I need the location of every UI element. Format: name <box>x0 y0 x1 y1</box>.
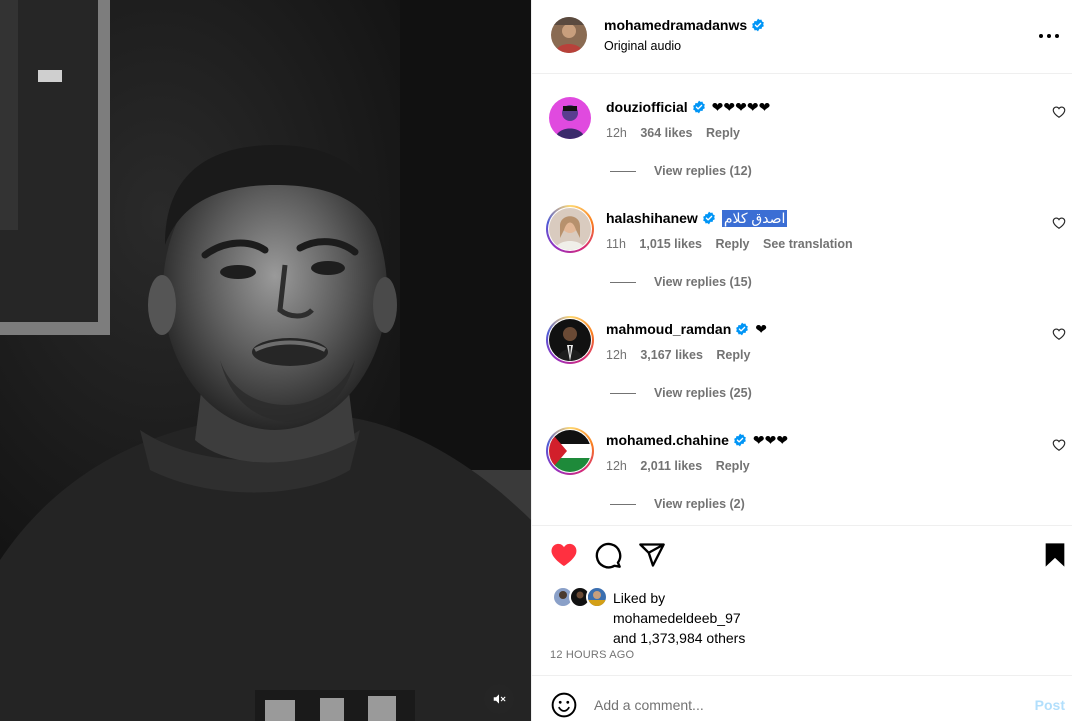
commenter-username[interactable]: mohamed.chahine <box>606 432 729 448</box>
commenter-avatar[interactable] <box>549 97 591 139</box>
comment-text: ❤❤❤❤❤ <box>711 98 771 115</box>
commenter-username[interactable]: mahmoud_ramdan <box>606 321 731 337</box>
comment-time[interactable]: 11h <box>606 237 626 251</box>
view-replies-button[interactable]: View replies (15) <box>610 275 752 289</box>
post-panel: mohamedramadanws Original audio douzioff… <box>531 0 1072 721</box>
commenter-avatar[interactable] <box>549 430 591 472</box>
like-comment-icon[interactable] <box>1052 105 1066 119</box>
verified-badge-icon <box>702 211 715 225</box>
comment-text: ❤ <box>755 320 767 337</box>
verified-badge-icon <box>736 322 749 336</box>
liked-by-avatars[interactable] <box>552 586 612 610</box>
heart-filled-icon[interactable] <box>550 541 578 569</box>
liker-avatar <box>586 586 608 608</box>
comment-item: mahmoud_ramdan ❤ 12h 3,167 likes Reply V… <box>532 316 1072 430</box>
reply-button[interactable]: Reply <box>716 459 750 473</box>
view-replies-button[interactable]: View replies (25) <box>610 386 752 400</box>
speaker-muted-icon <box>493 694 506 704</box>
view-replies-label: View replies (25) <box>654 386 752 400</box>
replies-divider <box>610 392 636 394</box>
replies-divider <box>610 281 636 283</box>
author-avatar[interactable] <box>551 17 587 53</box>
comment-item: douziofficial ❤❤❤❤❤ 12h 364 likes Reply … <box>532 97 1072 208</box>
post-timestamp[interactable]: 12 HOURS AGO <box>550 649 634 661</box>
reply-button[interactable]: Reply <box>715 237 749 251</box>
replies-divider <box>610 170 636 172</box>
video-frame <box>0 0 531 721</box>
comment-text: ❤❤❤ <box>752 431 789 448</box>
view-replies-button[interactable]: View replies (2) <box>610 497 745 511</box>
video-player[interactable] <box>0 0 531 721</box>
add-comment-bar: Post <box>532 675 1072 721</box>
share-icon[interactable] <box>638 541 666 569</box>
liked-by-prefix: Liked by <box>613 590 666 606</box>
comment-likes[interactable]: 3,167 likes <box>640 348 703 362</box>
comment-likes[interactable]: 1,015 likes <box>639 237 702 251</box>
reply-button[interactable]: Reply <box>716 348 750 362</box>
liked-by-others[interactable]: and 1,373,984 others <box>613 628 745 648</box>
commenter-avatar[interactable] <box>549 319 591 361</box>
comment-likes[interactable]: 2,011 likes <box>640 459 702 473</box>
comment-input[interactable] <box>594 692 1014 718</box>
author-username[interactable]: mohamedramadanws <box>604 17 747 33</box>
replies-divider <box>610 503 636 505</box>
comment-text: اصدق كلام <box>721 209 788 227</box>
verified-badge-icon <box>692 100 705 114</box>
liked-by-text: Liked by mohamedeldeeb_97 and 1,373,984 … <box>613 588 745 648</box>
more-horizontal-icon[interactable] <box>1037 26 1061 46</box>
like-comment-icon[interactable] <box>1052 438 1066 452</box>
see-translation-button[interactable]: See translation <box>763 237 853 251</box>
comment-time[interactable]: 12h <box>606 459 627 473</box>
bookmark-filled-icon[interactable] <box>1041 541 1069 569</box>
like-comment-icon[interactable] <box>1052 327 1066 341</box>
comment-likes[interactable]: 364 likes <box>640 126 692 140</box>
emoji-icon[interactable] <box>551 692 577 718</box>
post-button[interactable]: Post <box>1035 697 1065 713</box>
view-replies-label: View replies (15) <box>654 275 752 289</box>
author-username-row[interactable]: mohamedramadanws <box>604 17 765 33</box>
post-header: mohamedramadanws Original audio <box>532 0 1072 74</box>
view-replies-label: View replies (2) <box>654 497 745 511</box>
commenter-username[interactable]: douziofficial <box>606 99 688 115</box>
mute-button[interactable] <box>484 684 514 714</box>
liked-by-user[interactable]: mohamedeldeeb_97 <box>613 608 745 628</box>
comment-icon[interactable] <box>594 541 622 569</box>
reply-button[interactable]: Reply <box>706 126 740 140</box>
view-replies-button[interactable]: View replies (12) <box>610 164 752 178</box>
verified-badge-icon <box>752 18 765 32</box>
post-actions: Liked by mohamedeldeeb_97 and 1,373,984 … <box>532 525 1072 675</box>
comment-time[interactable]: 12h <box>606 126 627 140</box>
commenter-username[interactable]: halashihanew <box>606 210 698 226</box>
like-comment-icon[interactable] <box>1052 216 1066 230</box>
verified-badge-icon <box>734 433 746 447</box>
commenter-avatar[interactable] <box>549 208 591 250</box>
audio-label[interactable]: Original audio <box>604 39 681 53</box>
comment-item: halashihanew اصدق كلام 11h 1,015 likes R… <box>532 205 1072 319</box>
palestine-flag-icon <box>549 430 591 472</box>
view-replies-label: View replies (12) <box>654 164 752 178</box>
comment-time[interactable]: 12h <box>606 348 627 362</box>
